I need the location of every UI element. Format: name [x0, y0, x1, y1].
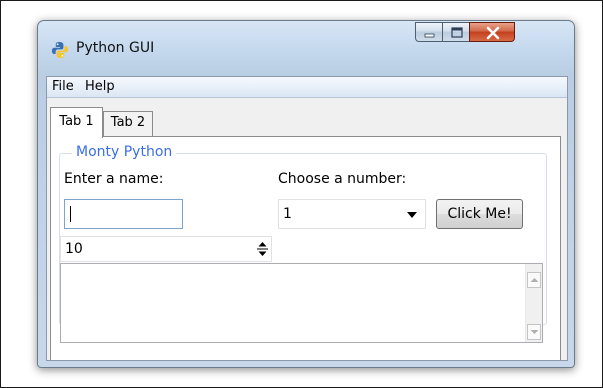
- title-bar[interactable]: Python GUI: [38, 21, 574, 75]
- maximize-icon: [451, 27, 463, 38]
- maximize-button[interactable]: [442, 22, 470, 42]
- menu-bar: File Help: [47, 77, 567, 98]
- tab-1[interactable]: Tab 1: [50, 107, 103, 138]
- menu-file[interactable]: File: [52, 79, 74, 94]
- spinbox[interactable]: 10: [60, 236, 272, 262]
- chevron-down-icon[interactable]: [407, 212, 417, 218]
- minimize-icon: [424, 33, 435, 38]
- spinbox-value: 10: [65, 241, 83, 257]
- text-caret: [70, 206, 71, 222]
- labelframe-title: Monty Python: [72, 144, 177, 160]
- combobox-value: 1: [283, 206, 292, 222]
- scroll-down-icon: [530, 330, 539, 334]
- scroll-down-button[interactable]: [527, 324, 541, 340]
- minimize-button[interactable]: [415, 22, 443, 42]
- close-button[interactable]: [469, 22, 515, 42]
- menu-help[interactable]: Help: [85, 79, 115, 94]
- python-logo-icon: [52, 42, 68, 58]
- app-window: Python GUI File Help Tab 1 Tab 2 Monty P…: [37, 20, 575, 368]
- click-me-button[interactable]: Click Me!: [436, 199, 523, 229]
- tab-2[interactable]: Tab 2: [103, 111, 153, 137]
- name-entry[interactable]: [64, 199, 183, 229]
- name-label: Enter a name:: [64, 171, 164, 187]
- monty-python-labelframe: Monty Python Enter a name: Choose a numb…: [59, 144, 547, 343]
- scroll-up-icon: [530, 278, 539, 282]
- window-title: Python GUI: [76, 40, 155, 56]
- spin-arrows-icon[interactable]: [257, 240, 268, 258]
- number-label: Choose a number:: [278, 171, 407, 187]
- scrolled-text[interactable]: [60, 263, 543, 343]
- close-icon: [486, 26, 500, 40]
- vertical-scrollbar[interactable]: [525, 264, 542, 342]
- client-area: File Help Tab 1 Tab 2 Monty Python Enter…: [46, 76, 568, 361]
- number-combobox[interactable]: 1: [278, 199, 426, 229]
- tab-panel: Monty Python Enter a name: Choose a numb…: [50, 136, 561, 360]
- scroll-up-button[interactable]: [527, 272, 541, 288]
